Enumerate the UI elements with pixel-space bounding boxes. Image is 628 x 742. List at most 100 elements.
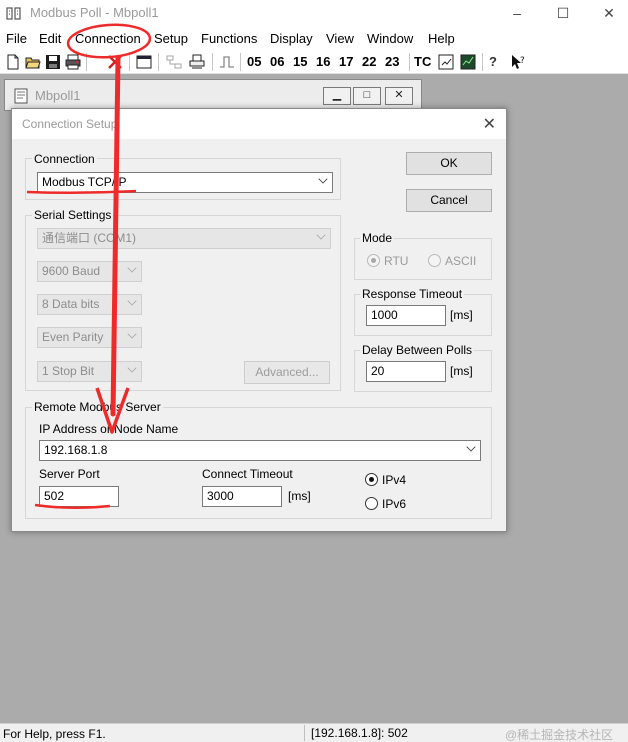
response-timeout-label: Response Timeout xyxy=(360,287,465,301)
connect-timeout-input[interactable]: 3000 xyxy=(202,486,282,507)
minimize-button[interactable]: – xyxy=(494,2,540,26)
toolbar: 05 06 15 16 17 22 23 TC ? ? xyxy=(0,50,628,74)
chart-icon[interactable] xyxy=(459,53,477,71)
server-port-input[interactable]: 502 xyxy=(39,486,119,507)
ip-address-label: IP Address or Node Name xyxy=(39,422,179,436)
advanced-button[interactable]: Advanced... xyxy=(244,361,330,384)
network-icon[interactable] xyxy=(165,53,183,71)
ascii-radio[interactable] xyxy=(428,254,441,267)
serial-port-value: 通信端口 (COM1) xyxy=(42,231,136,245)
ok-button[interactable]: OK xyxy=(406,152,492,175)
delay-polls-input[interactable]: 20 xyxy=(366,361,446,382)
menu-display[interactable]: Display xyxy=(270,31,313,46)
menu-setup[interactable]: Setup xyxy=(154,31,188,46)
stop-bits-value: 1 Stop Bit xyxy=(42,364,95,378)
maximize-button[interactable]: ☐ xyxy=(540,2,586,26)
data-bits-value: 8 Data bits xyxy=(42,297,100,311)
chevron-down-icon xyxy=(316,230,326,240)
app-icon xyxy=(6,7,21,20)
menu-help[interactable]: Help xyxy=(428,31,455,46)
printer-list-icon[interactable] xyxy=(188,53,206,71)
svg-text:?: ? xyxy=(520,56,525,66)
ip-address-value: 192.168.1.8 xyxy=(44,443,108,457)
ipv4-radio[interactable] xyxy=(365,473,378,486)
watermark: @稀土掘金技术社区 xyxy=(505,728,614,742)
window-icon[interactable] xyxy=(135,53,153,71)
connection-setup-dialog: Connection Setup ✕ Connection Modbus TCP… xyxy=(11,108,507,532)
fc-22-button[interactable]: 22 xyxy=(362,54,376,69)
menu-functions[interactable]: Functions xyxy=(201,31,257,46)
open-folder-icon[interactable] xyxy=(24,53,42,71)
baud-rate-select[interactable]: 9600 Baud xyxy=(37,261,142,282)
toolbar-separator xyxy=(482,53,483,71)
toolbar-separator xyxy=(86,53,87,71)
connect-timeout-unit: [ms] xyxy=(288,489,311,503)
connection-type-select[interactable]: Modbus TCP/IP xyxy=(37,172,333,193)
mode-label: Mode xyxy=(360,231,395,245)
remote-server-label: Remote Modbus Server xyxy=(32,400,163,414)
chevron-down-icon xyxy=(127,296,137,306)
delay-polls-unit: [ms] xyxy=(450,364,473,378)
ipv4-label: IPv4 xyxy=(382,473,407,487)
delay-polls-label: Delay Between Polls xyxy=(360,343,475,357)
data-bits-select[interactable]: 8 Data bits xyxy=(37,294,142,315)
context-help-icon[interactable]: ? xyxy=(509,53,527,71)
help-icon[interactable]: ? xyxy=(489,54,497,69)
disconnect-icon[interactable] xyxy=(106,53,124,71)
fc-05-button[interactable]: 05 xyxy=(247,54,261,69)
dialog-close-button[interactable]: ✕ xyxy=(483,114,496,134)
child-minimize-button[interactable]: ▁ xyxy=(323,87,351,105)
menu-edit[interactable]: Edit xyxy=(39,31,61,46)
ip-address-select[interactable]: 192.168.1.8 xyxy=(39,440,481,461)
close-button[interactable]: ✕ xyxy=(586,2,628,26)
parity-select[interactable]: Even Parity xyxy=(37,327,142,348)
toolbar-separator xyxy=(158,53,159,71)
menu-connection[interactable]: Connection xyxy=(75,31,141,46)
stop-bits-select[interactable]: 1 Stop Bit xyxy=(37,361,142,382)
traffic-icon[interactable] xyxy=(437,53,455,71)
child-window-title: Mbpoll1 xyxy=(35,88,81,103)
status-bar: For Help, press F1. [192.168.1.8]: 502 @… xyxy=(0,723,628,742)
fc-06-button[interactable]: 06 xyxy=(270,54,284,69)
menu-file[interactable]: File xyxy=(6,31,27,46)
chevron-down-icon xyxy=(127,329,137,339)
serial-port-select[interactable]: 通信端口 (COM1) xyxy=(37,228,331,249)
new-file-icon[interactable] xyxy=(4,53,22,71)
toolbar-separator xyxy=(240,53,241,71)
connection-type-value: Modbus TCP/IP xyxy=(42,175,127,189)
tc-button[interactable]: TC xyxy=(414,54,431,69)
window-title: Modbus Poll - Mbpoll1 xyxy=(30,5,159,20)
ipv6-label: IPv6 xyxy=(382,497,407,511)
serial-settings-label: Serial Settings xyxy=(32,208,114,222)
server-port-label: Server Port xyxy=(39,467,100,481)
toolbar-separator xyxy=(212,53,213,71)
fc-17-button[interactable]: 17 xyxy=(339,54,353,69)
save-icon[interactable] xyxy=(44,53,62,71)
document-icon xyxy=(14,88,28,104)
cancel-button[interactable]: Cancel xyxy=(406,189,492,212)
menu-window[interactable]: Window xyxy=(367,31,413,46)
child-close-button[interactable]: ✕ xyxy=(385,87,413,105)
baud-rate-value: 9600 Baud xyxy=(42,264,101,278)
ipv6-radio[interactable] xyxy=(365,497,378,510)
menu-bar: File Edit Connection Setup Functions Dis… xyxy=(0,28,628,50)
title-bar: Modbus Poll - Mbpoll1 – ☐ ✕ xyxy=(0,0,628,28)
response-timeout-input[interactable]: 1000 xyxy=(366,305,446,326)
rtu-radio[interactable] xyxy=(367,254,380,267)
dialog-title-bar: Connection Setup ✕ xyxy=(12,109,506,139)
status-help-text: For Help, press F1. xyxy=(3,727,106,741)
connection-group-label: Connection xyxy=(32,152,97,166)
print-icon[interactable] xyxy=(64,53,82,71)
fc-16-button[interactable]: 16 xyxy=(316,54,330,69)
menu-view[interactable]: View xyxy=(326,31,354,46)
parity-value: Even Parity xyxy=(42,330,104,344)
connect-timeout-label: Connect Timeout xyxy=(202,467,293,481)
toolbar-separator xyxy=(129,53,130,71)
fc-15-button[interactable]: 15 xyxy=(293,54,307,69)
fc-23-button[interactable]: 23 xyxy=(385,54,399,69)
response-timeout-unit: [ms] xyxy=(450,308,473,322)
chevron-down-icon xyxy=(127,263,137,273)
child-maximize-button[interactable]: □ xyxy=(353,87,381,105)
rtu-label: RTU xyxy=(384,254,409,268)
pulse-icon[interactable] xyxy=(218,53,236,71)
